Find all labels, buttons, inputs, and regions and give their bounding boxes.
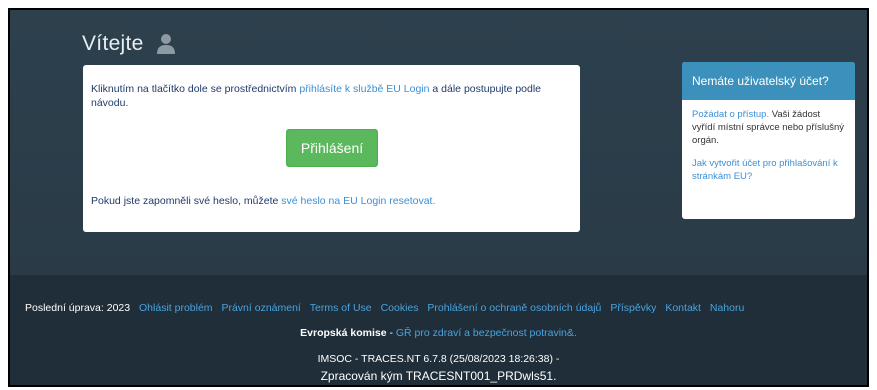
dg-sante-link[interactable]: GŘ pro zdraví a bezpečnost potravin&. (396, 327, 577, 339)
eu-login-link[interactable]: přihlásíte k službě EU Login (299, 83, 429, 95)
welcome-header: Vítejte (82, 32, 176, 56)
footer: Poslední úprava: 2023 Ohlásit problém Pr… (10, 275, 867, 385)
footer-commission-row: Evropská komise - GŘ pro zdraví a bezpeč… (300, 327, 577, 339)
footer-link-legal-notice[interactable]: Právní oznámení (221, 302, 300, 314)
footer-links-row: Poslední úprava: 2023 Ohlásit problém Pr… (25, 302, 744, 314)
login-instructions: Kliknutím na tlačítko dole se prostředni… (91, 83, 542, 109)
processed-by: Zpracován kým TRACESNT001_PRDwls51. (320, 369, 557, 383)
main-area: Vítejte Kliknutím na tlačítko dole se pr… (10, 10, 867, 275)
no-account-panel: Nemáte uživatelský účet? Požádat o příst… (682, 62, 855, 219)
page-frame: Vítejte Kliknutím na tlačítko dole se pr… (8, 8, 869, 387)
last-updated-year: 2023 (106, 302, 131, 314)
footer-link-contact[interactable]: Kontakt (665, 302, 701, 314)
footer-link-top[interactable]: Nahoru (710, 302, 744, 314)
page-title: Vítejte (82, 32, 144, 55)
howto-text: Jak vytvořit účet pro přihlašování k str… (692, 157, 845, 183)
no-account-heading: Nemáte uživatelský účet? (682, 62, 855, 100)
user-icon (156, 33, 176, 55)
footer-link-cookies[interactable]: Cookies (381, 302, 419, 314)
version-info: IMSOC - TRACES.NT 6.7.8 (25/08/2023 18:2… (317, 353, 560, 365)
footer-link-privacy[interactable]: Prohlášení o ochraně osobních údajů (427, 302, 601, 314)
commission-label: Evropská komise (300, 327, 387, 339)
password-reset-text: Pokud jste zapomněli své heslo, můžete s… (91, 195, 436, 207)
last-updated-label: Poslední úprava: (25, 302, 104, 314)
no-account-body: Požádat o přístup. Vaši žádost vyřídí mí… (682, 100, 855, 201)
reset-password-link[interactable]: své heslo na EU Login resetovat. (281, 195, 435, 207)
footer-link-report-problem[interactable]: Ohlásit problém (139, 302, 213, 314)
footer-link-terms[interactable]: Terms of Use (310, 302, 372, 314)
footer-link-contributions[interactable]: Příspěvky (610, 302, 656, 314)
login-panel: Kliknutím na tlačítko dole se prostředni… (83, 65, 580, 232)
request-access-text: Požádat o přístup. Vaši žádost vyřídí mí… (692, 109, 845, 146)
request-access-link[interactable]: Požádat o přístup. (692, 109, 769, 120)
create-account-link[interactable]: Jak vytvořit účet pro přihlašování k str… (692, 158, 838, 182)
login-button[interactable]: Přihlášení (286, 129, 378, 167)
